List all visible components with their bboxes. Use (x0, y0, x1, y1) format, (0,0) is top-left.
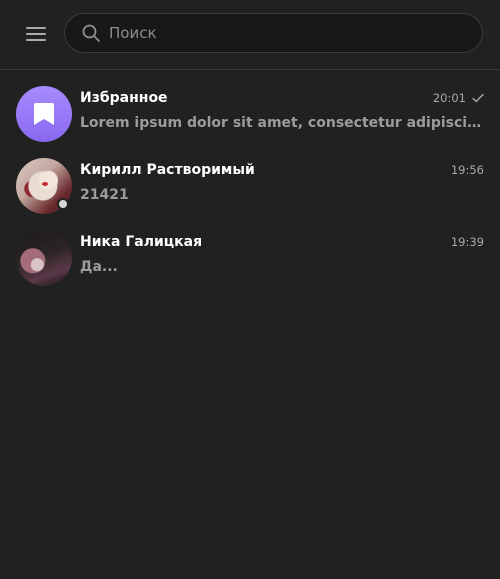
check-icon (472, 93, 484, 103)
chat-time-text: 20:01 (432, 91, 466, 105)
search-icon (81, 23, 101, 43)
avatar (16, 230, 72, 286)
chat-time-text: 19:56 (450, 163, 484, 177)
online-status-dot (57, 198, 69, 210)
bookmark-icon (34, 103, 54, 125)
chat-time: 19:56 (451, 163, 484, 177)
chat-item-kirill[interactable]: Кирилл Растворимый 19:56 21421 (0, 150, 500, 222)
chat-time-text: 19:39 (450, 235, 484, 249)
chat-name: Избранное (80, 90, 168, 106)
chat-preview: Lorem ipsum dolor sit amet, consectetur … (80, 115, 482, 131)
chat-time: 20:01 (433, 91, 484, 105)
avatar-saved (16, 86, 72, 142)
chat-app: Избранное 20:01 Lorem ipsum dolor sit am… (0, 0, 500, 579)
avatar-detail (42, 182, 48, 186)
chat-time: 19:39 (451, 235, 484, 249)
chat-name: Кирилл Растворимый (80, 162, 255, 178)
chat-name: Ника Галицкая (80, 234, 203, 250)
chat-item-nika[interactable]: Ника Галицкая 19:39 Да... (0, 222, 500, 294)
search-input[interactable] (109, 24, 469, 42)
search-box[interactable] (64, 13, 483, 53)
chat-list: Избранное 20:01 Lorem ipsum dolor sit am… (0, 78, 500, 294)
chat-item-saved[interactable]: Избранное 20:01 Lorem ipsum dolor sit am… (0, 78, 500, 150)
chat-preview: Да... (80, 259, 118, 275)
header (0, 0, 500, 70)
hamburger-menu-icon (26, 27, 46, 41)
chat-preview: 21421 (80, 187, 129, 203)
menu-button[interactable] (20, 18, 52, 50)
